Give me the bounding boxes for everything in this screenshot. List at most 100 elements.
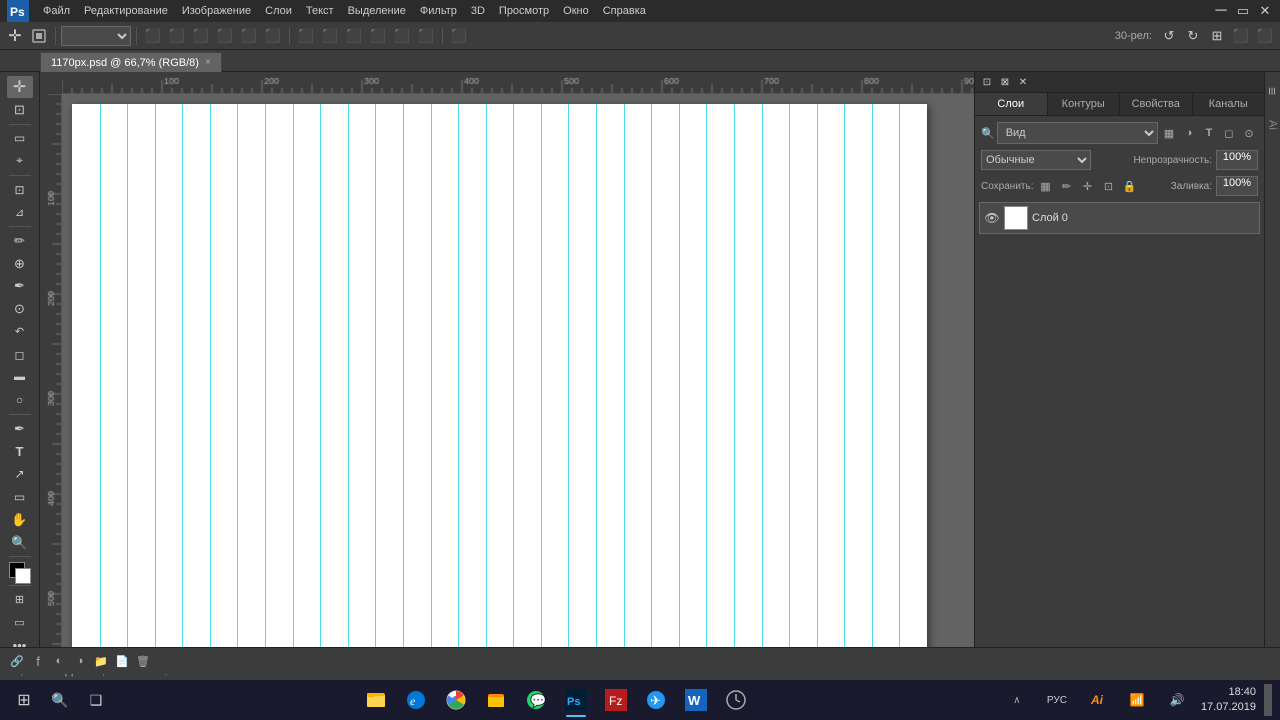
layer-visibility-toggle[interactable]: 👁 xyxy=(984,210,1000,226)
filter-pixel-icon[interactable]: ▦ xyxy=(1160,124,1178,142)
shape-tool[interactable]: ▭ xyxy=(7,486,33,508)
layer-row-0[interactable]: 👁 Слой 0 xyxy=(979,202,1260,234)
hand-tool[interactable]: ✋ xyxy=(7,509,33,531)
dodge-tool[interactable]: ○ xyxy=(7,389,33,411)
distribute-top[interactable]: ⬛ xyxy=(367,25,389,47)
tab-layers[interactable]: Слои xyxy=(975,93,1048,115)
app-photoshop[interactable]: Ps xyxy=(558,682,594,718)
menu-select[interactable]: Выделение xyxy=(341,3,413,19)
lock-artboard-btn[interactable]: ⊡ xyxy=(1099,177,1117,195)
marquee-tool[interactable]: ▭ xyxy=(7,127,33,149)
link-layers-btn[interactable]: 🔗 xyxy=(8,652,26,670)
panel-float-btn[interactable]: ⊠ xyxy=(997,74,1013,90)
blend-mode-select[interactable]: Обычные xyxy=(981,150,1091,170)
collapse-panel-btn[interactable]: ≡ xyxy=(1266,76,1280,106)
app-chrome[interactable] xyxy=(438,682,474,718)
type-tool[interactable]: T xyxy=(7,441,33,463)
tray-icons[interactable]: ∧ xyxy=(1001,684,1033,716)
clone-tool[interactable]: ⊙ xyxy=(7,298,33,320)
menu-filter[interactable]: Фильтр xyxy=(413,3,464,19)
new-fill-btn[interactable]: ◑ xyxy=(71,652,89,670)
rotate-right[interactable]: ↻ xyxy=(1182,25,1204,47)
panel-dock-btn[interactable]: ⊡ xyxy=(979,74,995,90)
panel-close-btn[interactable]: ✕ xyxy=(1015,74,1031,90)
brush-tool[interactable]: ✒ xyxy=(7,276,33,298)
volume-icon[interactable]: 🔊 xyxy=(1161,684,1193,716)
filter-smart-icon[interactable]: ⊙ xyxy=(1240,124,1258,142)
ai-label[interactable]: Ai xyxy=(1081,684,1113,716)
align-center-v[interactable]: ⬛ xyxy=(238,25,260,47)
menu-help[interactable]: Справка xyxy=(596,3,653,19)
app-word[interactable]: W xyxy=(678,682,714,718)
app-explorer[interactable] xyxy=(358,682,394,718)
distribute-center-v[interactable]: ⬛ xyxy=(391,25,413,47)
lock-all-btn[interactable]: 🔒 xyxy=(1120,177,1138,195)
background-color[interactable] xyxy=(15,568,31,584)
layers-filter-select[interactable]: Вид xyxy=(997,122,1158,144)
app-whatsapp[interactable]: 💬 xyxy=(518,682,554,718)
close-btn[interactable]: ✕ xyxy=(1254,0,1276,22)
tab-channels[interactable]: Каналы xyxy=(1193,93,1265,115)
zoom-tool[interactable]: 🔍 xyxy=(7,532,33,554)
canvas-container[interactable] xyxy=(62,94,974,660)
search-btn[interactable]: 🔍 xyxy=(44,684,76,716)
taskview-btn[interactable]: ❑ xyxy=(80,684,112,716)
color-swatches[interactable] xyxy=(7,560,33,582)
lasso-tool[interactable]: ⌖ xyxy=(7,150,33,172)
menu-file[interactable]: Файл xyxy=(36,3,77,19)
app-clock[interactable] xyxy=(718,682,754,718)
start-btn[interactable]: ⊞ xyxy=(8,684,40,716)
show-desktop-btn[interactable] xyxy=(1264,684,1272,716)
network-icon[interactable]: 📶 xyxy=(1121,684,1153,716)
pen-tool[interactable]: ✒ xyxy=(7,418,33,440)
gradient-tool[interactable]: ▬ xyxy=(7,367,33,389)
menu-image[interactable]: Изображение xyxy=(175,3,258,19)
document-tab[interactable]: 1170px.psd @ 66,7% (RGB/8) × xyxy=(40,52,222,72)
lock-paint-btn[interactable]: ✏ xyxy=(1057,177,1075,195)
add-mask-btn[interactable]: ◐ xyxy=(50,652,68,670)
align-left[interactable]: ⬛ xyxy=(142,25,164,47)
tab-paths[interactable]: Контуры xyxy=(1048,93,1121,115)
distribute-left[interactable]: ⬛ xyxy=(295,25,317,47)
eraser-tool[interactable]: ◻ xyxy=(7,344,33,366)
distribute-bottom[interactable]: ⬛ xyxy=(415,25,437,47)
lock-position-btn[interactable]: ✛ xyxy=(1078,177,1096,195)
minimize-btn[interactable]: ─ xyxy=(1210,0,1232,22)
layers-arrange[interactable]: ⬛ xyxy=(1230,25,1252,47)
align-bottom[interactable]: ⬛ xyxy=(262,25,284,47)
auto-align[interactable]: ⬛ xyxy=(448,25,470,47)
move-tool[interactable]: ✛ xyxy=(7,76,33,98)
align-top[interactable]: ⬛ xyxy=(214,25,236,47)
new-group-btn[interactable]: 📁 xyxy=(92,652,110,670)
filter-type-icon[interactable]: T xyxy=(1200,124,1218,142)
delete-layer-btn[interactable]: 🗑 xyxy=(134,652,152,670)
quick-mask-tool[interactable]: ⊞ xyxy=(7,589,33,611)
menu-window[interactable]: Окно xyxy=(556,3,596,19)
new-layer-btn[interactable]: 📄 xyxy=(113,652,131,670)
menu-layers[interactable]: Слои xyxy=(258,3,299,19)
menu-3d[interactable]: 3D xyxy=(464,3,492,19)
crop-tool[interactable]: ⊡ xyxy=(7,179,33,201)
opacity-input[interactable]: 100% xyxy=(1216,150,1258,170)
move-tool-options[interactable]: ✛ xyxy=(4,25,26,47)
expand-panel-btn[interactable]: Ai xyxy=(1266,110,1280,140)
rotate-left[interactable]: ↺ xyxy=(1158,25,1180,47)
maximize-btn[interactable]: ▭ xyxy=(1232,0,1254,22)
layer-style-btn[interactable]: f xyxy=(29,652,47,670)
tab-close-btn[interactable]: × xyxy=(205,57,211,68)
history-brush-tool[interactable]: ↶ xyxy=(7,321,33,343)
filter-adjust-icon[interactable]: ◑ xyxy=(1180,124,1198,142)
app-filezilla[interactable]: Fz xyxy=(598,682,634,718)
align-right[interactable]: ⬛ xyxy=(190,25,212,47)
fill-input[interactable]: 100% xyxy=(1216,176,1258,196)
app-files[interactable] xyxy=(478,682,514,718)
canvas-document[interactable] xyxy=(72,104,927,660)
filter-shape-icon[interactable]: ◻ xyxy=(1220,124,1238,142)
app-telegram[interactable]: ✈ xyxy=(638,682,674,718)
distribute-right[interactable]: ⬛ xyxy=(343,25,365,47)
menu-view[interactable]: Просмотр xyxy=(492,3,556,19)
menu-edit[interactable]: Редактирование xyxy=(77,3,175,19)
slice-tool[interactable]: ⊿ xyxy=(7,201,33,223)
path-select-tool[interactable]: ↗ xyxy=(7,463,33,485)
eyedropper-tool[interactable]: ✏ xyxy=(7,230,33,252)
